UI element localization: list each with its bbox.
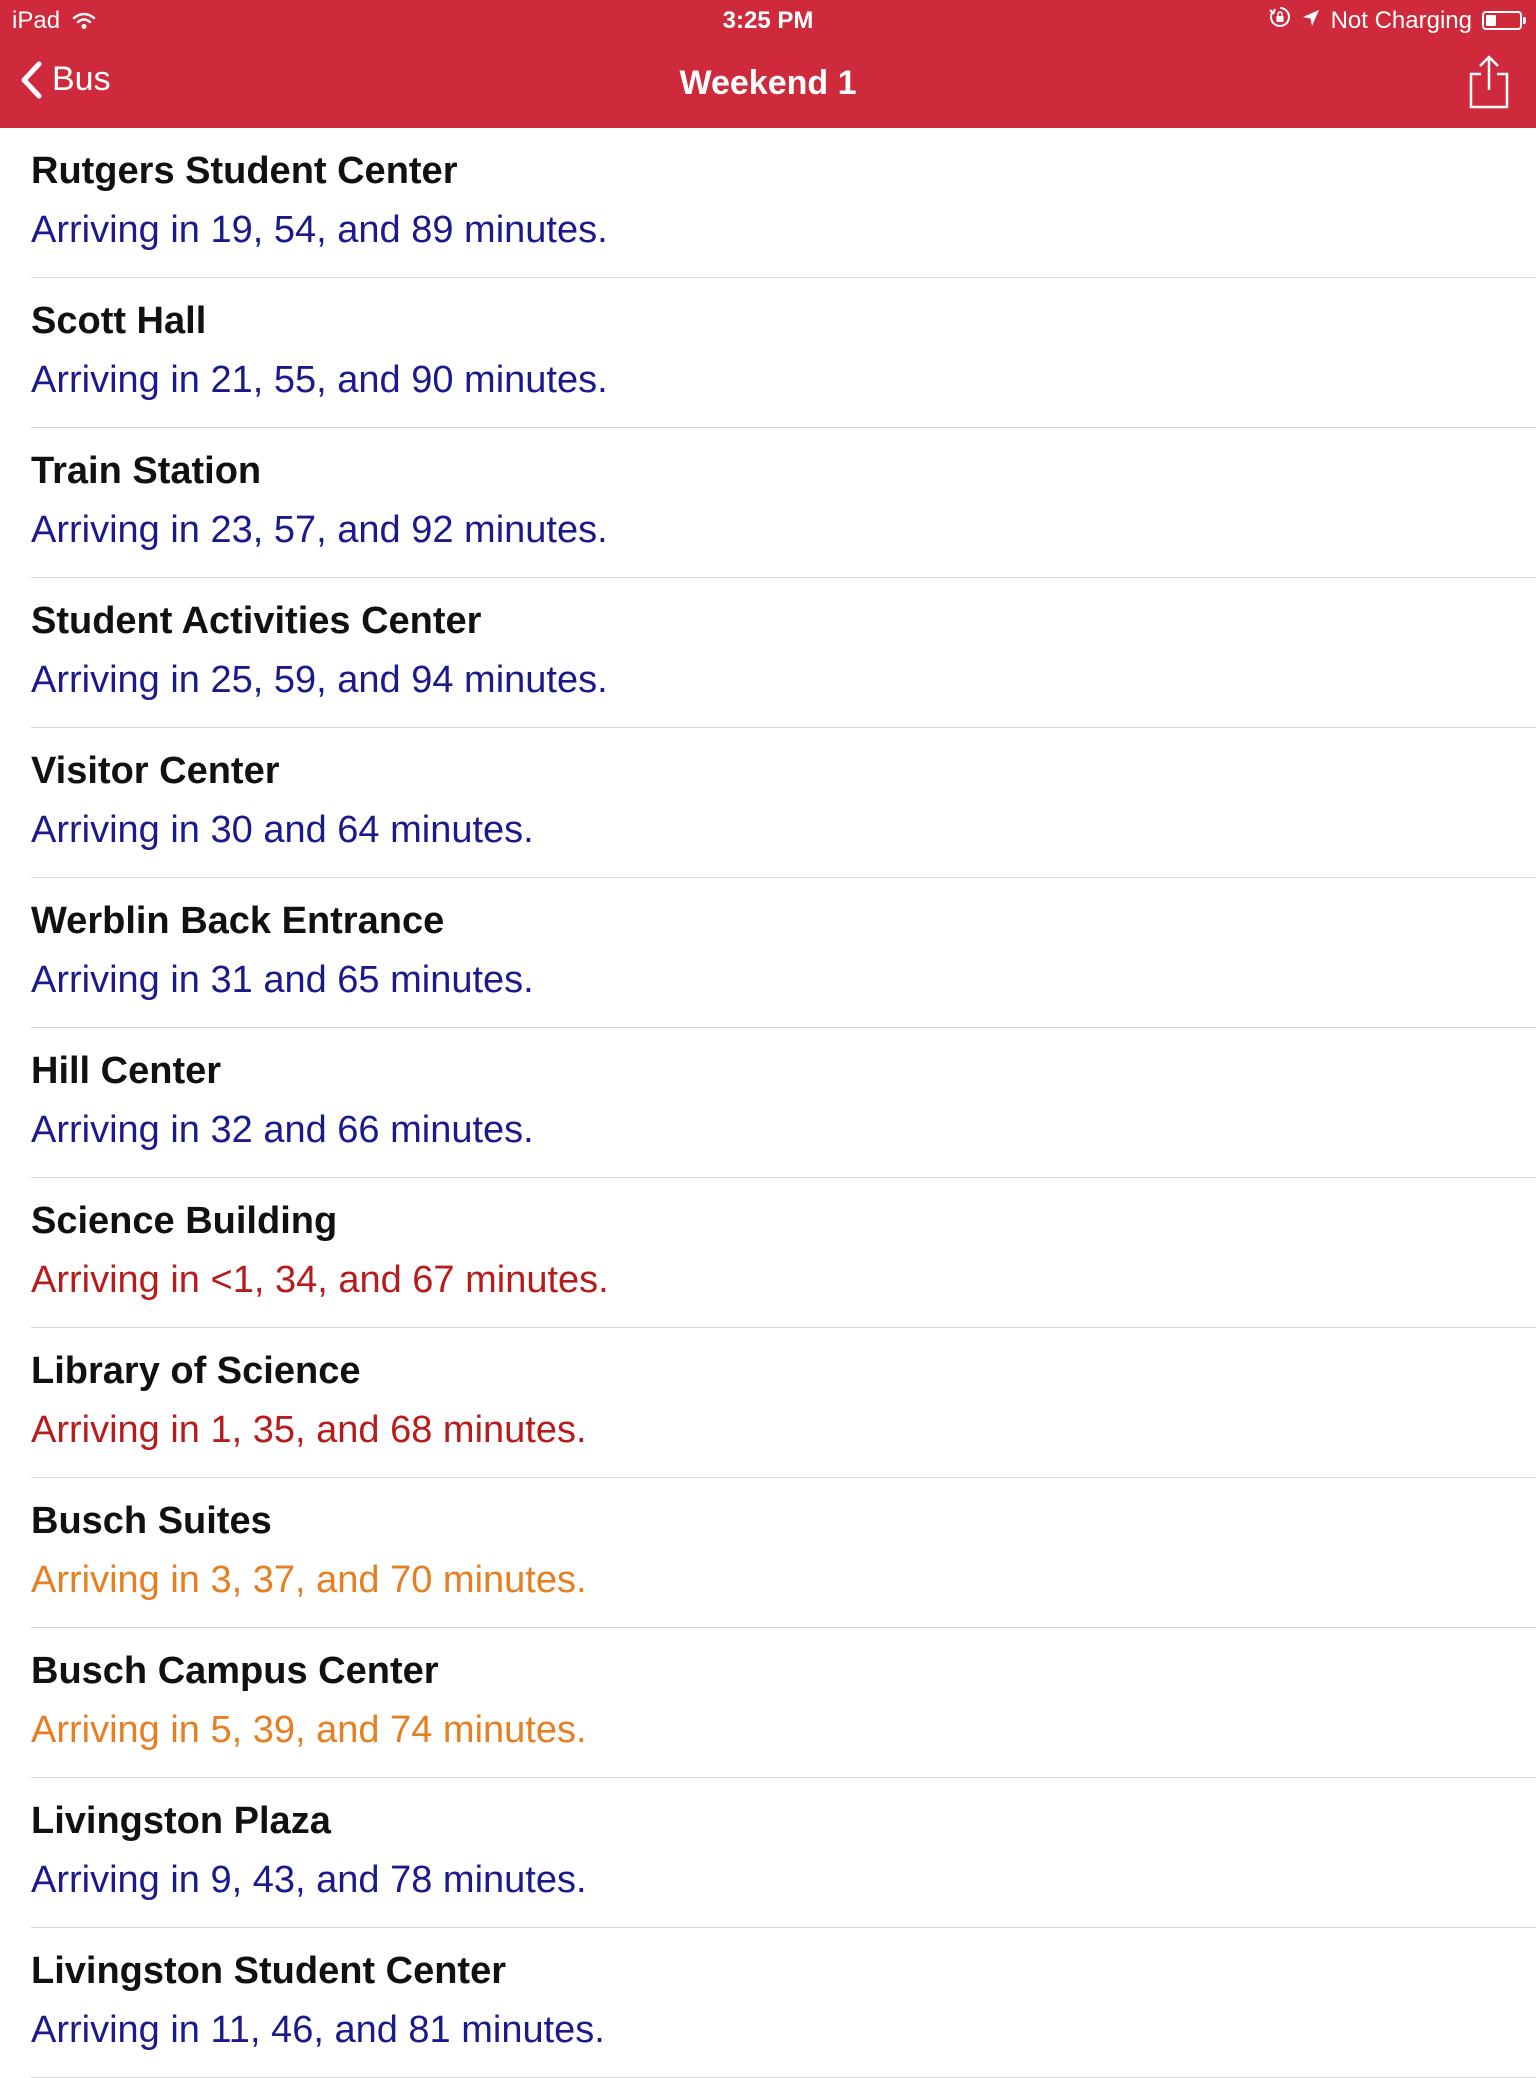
charging-status: Not Charging	[1330, 6, 1472, 34]
stop-name: Livingston Student Center	[31, 1950, 506, 1992]
stop-row[interactable]: Visitor Center Arriving in 30 and 64 minu…	[31, 728, 1536, 878]
stop-name: Hill Center	[31, 1050, 222, 1092]
stop-row[interactable]: Livingston Plaza Arriving in 9, 43, and 7…	[31, 1778, 1536, 1928]
stop-name: Science Building	[31, 1200, 338, 1242]
stop-row[interactable]: Train Station Arriving in 23, 57, and 92 …	[31, 428, 1536, 578]
battery-level	[1486, 15, 1496, 26]
stop-row[interactable]: Busch Campus Center Arriving in 5, 39, an…	[31, 1628, 1536, 1778]
page-title: Weekend 1	[679, 64, 857, 102]
stop-name: Train Station	[31, 450, 262, 492]
arrival-times: Arriving in 30 and 64 minutes.	[31, 809, 534, 851]
arrival-times: Arriving in 9, 43, and 78 minutes.	[31, 1859, 587, 1901]
status-bar: iPad 3:25 PM Not Charging	[0, 0, 1536, 40]
stop-name: Visitor Center	[31, 750, 280, 792]
stop-row[interactable]: Livingston Student Center Arriving in 11,…	[31, 1928, 1536, 2078]
arrival-times: Arriving in 32 and 66 minutes.	[31, 1109, 534, 1151]
stop-row[interactable]: Hill Center Arriving in 32 and 66 minutes…	[31, 1028, 1536, 1178]
arrival-times: Arriving in 11, 46, and 81 minutes.	[31, 2009, 605, 2051]
stop-row[interactable]: Science Building Arriving in <1, 34, and …	[31, 1178, 1536, 1328]
stop-name: Werblin Back Entrance	[31, 900, 445, 942]
arrival-times: Arriving in 19, 54, and 89 minutes.	[31, 209, 608, 251]
stop-row[interactable]: Werblin Back Entrance Arriving in 31 and …	[31, 878, 1536, 1028]
stop-row[interactable]: Scott Hall Arriving in 21, 55, and 90 min…	[31, 278, 1536, 428]
arrival-times: Arriving in 21, 55, and 90 minutes.	[31, 359, 608, 401]
stop-name: Busch Suites	[31, 1500, 272, 1542]
stop-row[interactable]: Library of Science Arriving in 1, 35, and…	[31, 1328, 1536, 1478]
navigation-bar: Bus Weekend 1	[0, 40, 1536, 128]
battery-icon	[1482, 11, 1526, 30]
stop-name: Livingston Plaza	[31, 1800, 331, 1842]
share-button[interactable]	[1468, 54, 1510, 115]
stop-name: Busch Campus Center	[31, 1650, 439, 1692]
stop-name: Scott Hall	[31, 300, 207, 342]
stop-row[interactable]: Student Activities Center Arriving in 25,…	[31, 578, 1536, 728]
stop-name: Library of Science	[31, 1350, 361, 1392]
arrival-times: Arriving in 3, 37, and 70 minutes.	[31, 1559, 587, 1601]
arrival-times: Arriving in 1, 35, and 68 minutes.	[31, 1409, 587, 1451]
app-header: iPad 3:25 PM Not Charging Bus Weekend 1	[0, 0, 1536, 128]
location-arrow-icon	[1301, 7, 1321, 35]
arrival-times: Arriving in 25, 59, and 94 minutes.	[31, 659, 608, 701]
orientation-lock-icon	[1268, 6, 1291, 35]
share-icon	[1469, 55, 1509, 109]
stop-list: Rutgers Student Center Arriving in 19, 54…	[0, 128, 1536, 2078]
arrival-times: Arriving in <1, 34, and 67 minutes.	[31, 1259, 609, 1301]
stop-name: Rutgers Student Center	[31, 150, 458, 192]
arrival-times: Arriving in 23, 57, and 92 minutes.	[31, 509, 608, 551]
arrival-times: Arriving in 31 and 65 minutes.	[31, 959, 534, 1001]
stop-row[interactable]: Busch Suites Arriving in 3, 37, and 70 mi…	[31, 1478, 1536, 1628]
stop-row[interactable]: Rutgers Student Center Arriving in 19, 54…	[31, 128, 1536, 278]
stop-name: Student Activities Center	[31, 600, 482, 642]
status-right: Not Charging	[1259, 6, 1526, 35]
arrival-times: Arriving in 5, 39, and 74 minutes.	[31, 1709, 587, 1751]
